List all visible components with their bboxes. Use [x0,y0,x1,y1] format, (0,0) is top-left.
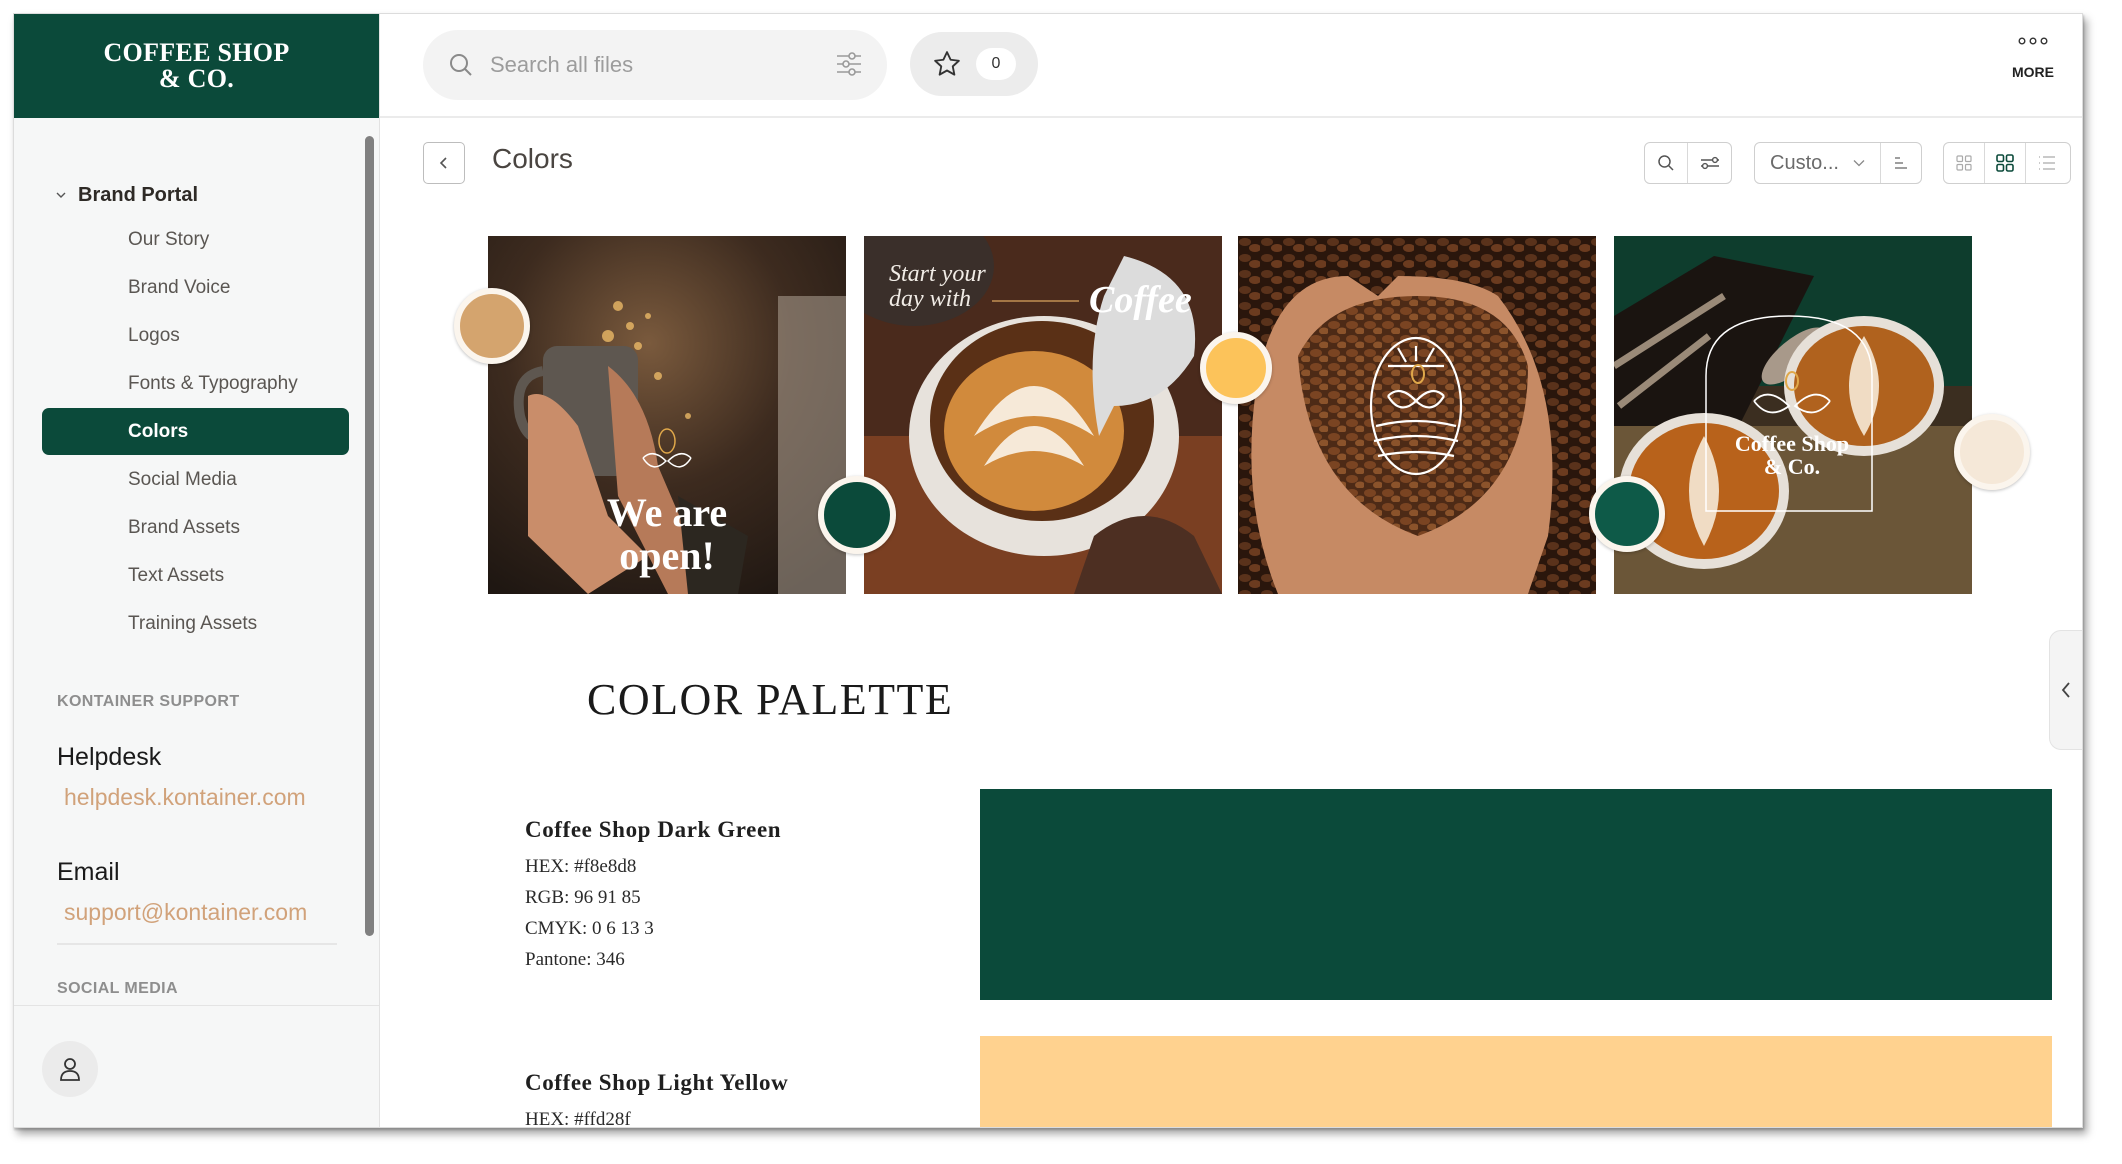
sort-direction-button[interactable] [1881,143,1921,183]
search-filter-group [1644,142,1732,184]
view-medium-grid-button[interactable] [1985,143,2026,183]
brand-line-2: & CO. [158,64,235,93]
latte-art-photo: Coffee Shop & Co. [1614,236,1972,594]
right-panel-toggle[interactable] [2049,630,2082,750]
sort-select-value: Custo... [1770,151,1839,174]
sidebar-item-our-story[interactable]: Our Story [42,216,349,263]
search-placeholder: Search all files [490,52,634,77]
color-entry-dark-green: Coffee Shop Dark Green HEX: #f8e8d8 RGB:… [525,817,781,975]
gallery-tile-coffee-shop-co[interactable]: Coffee Shop & Co. [1614,236,1972,594]
tile-caption-line2: day with [889,286,971,312]
color-hex: HEX: #f8e8d8 [525,856,637,877]
social-media-section-title: SOCIAL MEDIA [57,980,178,997]
sidebar-divider [57,943,337,945]
more-label: MORE [2012,64,2054,80]
gallery-tile-start-your-day[interactable]: Start your day with Coffee [864,236,1222,594]
page-header: Colors Custo... [380,118,2082,192]
support-section-title: KONTAINER SUPPORT [57,693,240,710]
app-window: COFFEE SHOP & CO. Brand Portal Our Story… [13,13,2083,1128]
color-dot-green-alt [1589,476,1665,552]
user-avatar-button[interactable] [42,1041,98,1097]
sidebar-item-text-assets[interactable]: Text Assets [42,552,349,599]
search-input[interactable]: Search all files [423,30,887,100]
color-name: Coffee Shop Light Yellow [525,1070,789,1095]
gallery-tile-coffee-beans[interactable] [1238,236,1596,594]
sidebar-item-brand-assets[interactable]: Brand Assets [42,504,349,551]
beans-in-hands-photo [1238,236,1596,594]
user-icon [60,1058,80,1081]
sidebar-footer [14,1005,379,1127]
nav-section-label: Brand Portal [78,183,199,206]
list-icon [2039,156,2055,170]
folder-filter-button[interactable] [1688,143,1731,183]
folder-search-button[interactable] [1645,143,1689,183]
color-entry-light-yellow: Coffee Shop Light Yellow HEX: #ffd28f [525,1070,789,1128]
sidebar-item-fonts-typography[interactable]: Fonts & Typography [42,360,349,407]
filter-sliders-icon[interactable] [835,50,863,78]
tile-caption-line1: Coffee Shop [1735,431,1849,456]
chevron-left-icon [439,157,447,169]
small-grid-icon [1956,155,1972,171]
color-cmyk: CMYK: 0 6 13 3 [525,918,654,939]
email-label: Email [57,858,120,886]
chevron-down-icon [56,192,66,198]
email-link[interactable]: support@kontainer.com [64,899,307,926]
swatch-light-yellow [980,1036,2052,1127]
swatch-dark-green [980,789,2052,1000]
chevron-left-icon [2061,682,2070,698]
nav-section-toggle[interactable]: Brand Portal [54,180,361,210]
color-dot-green [818,476,896,554]
tile-caption-line1: Start your [889,261,986,287]
sort-select[interactable]: Custo... [1755,143,1881,183]
page-title: Colors [492,143,573,174]
tile-caption-line2: open! [619,533,715,578]
favorites-count-badge: 0 [976,48,1016,80]
color-dot-yellow [1200,332,1272,404]
sidebar: COFFEE SHOP & CO. Brand Portal Our Story… [14,14,380,1127]
sidebar-item-logos[interactable]: Logos [42,312,349,359]
favorites-button[interactable]: 0 [910,32,1038,96]
sidebar-scroll-area: Brand Portal Our Story Brand Voice Logos… [14,118,379,1005]
more-dots-icon [2012,32,2054,48]
more-menu-button[interactable]: MORE [2012,32,2054,80]
sort-group: Custo... [1754,142,1922,184]
tile-caption-line1: We are [607,490,727,535]
sort-lines-icon [1895,157,1907,169]
tile-caption-emphasis: Coffee [1089,279,1192,321]
view-mode-group [1943,142,2071,184]
color-name: Coffee Shop Dark Green [525,817,782,842]
view-list-button[interactable] [2026,143,2068,183]
color-palette-title: COLOR PALETTE [587,675,954,724]
helpdesk-label: Helpdesk [57,743,162,771]
search-icon [450,54,472,76]
chevron-down-icon [1853,160,1865,167]
gallery-tile-we-are-open[interactable]: We are open! [488,236,846,594]
filter-toggle-icon [1700,156,1719,170]
color-rgb: RGB: 96 91 85 [525,887,641,908]
nav-list: Our Story Brand Voice Logos Fonts & Typo… [42,216,361,647]
helpdesk-link[interactable]: helpdesk.kontainer.com [64,784,306,811]
back-button[interactable] [423,142,465,184]
color-hex: HEX: #ffd28f [525,1109,631,1128]
color-pantone: Pantone: 346 [525,949,625,970]
brand-line-1: COFFEE SHOP [103,38,290,67]
sidebar-item-social-media[interactable]: Social Media [42,456,349,503]
medium-grid-icon [1996,154,2014,172]
sidebar-item-colors[interactable]: Colors [42,408,349,455]
cafe-mug-photo: We are open! [488,236,846,594]
sidebar-item-training-assets[interactable]: Training Assets [42,600,349,647]
top-bar: Search all files 0 MORE [380,14,2082,118]
tile-caption-line2: & Co. [1764,454,1820,479]
star-icon [934,51,960,76]
latte-pour-photo: Start your day with Coffee [864,236,1222,594]
view-small-grid-button[interactable] [1944,143,1985,183]
color-dot-tan [454,288,530,364]
sidebar-item-brand-voice[interactable]: Brand Voice [42,264,349,311]
color-dot-cream [1954,414,2030,490]
brand-logo[interactable]: COFFEE SHOP & CO. [14,14,379,118]
search-icon [1658,155,1674,171]
nav-brand-portal: Brand Portal Our Story Brand Voice Logos… [42,180,361,648]
